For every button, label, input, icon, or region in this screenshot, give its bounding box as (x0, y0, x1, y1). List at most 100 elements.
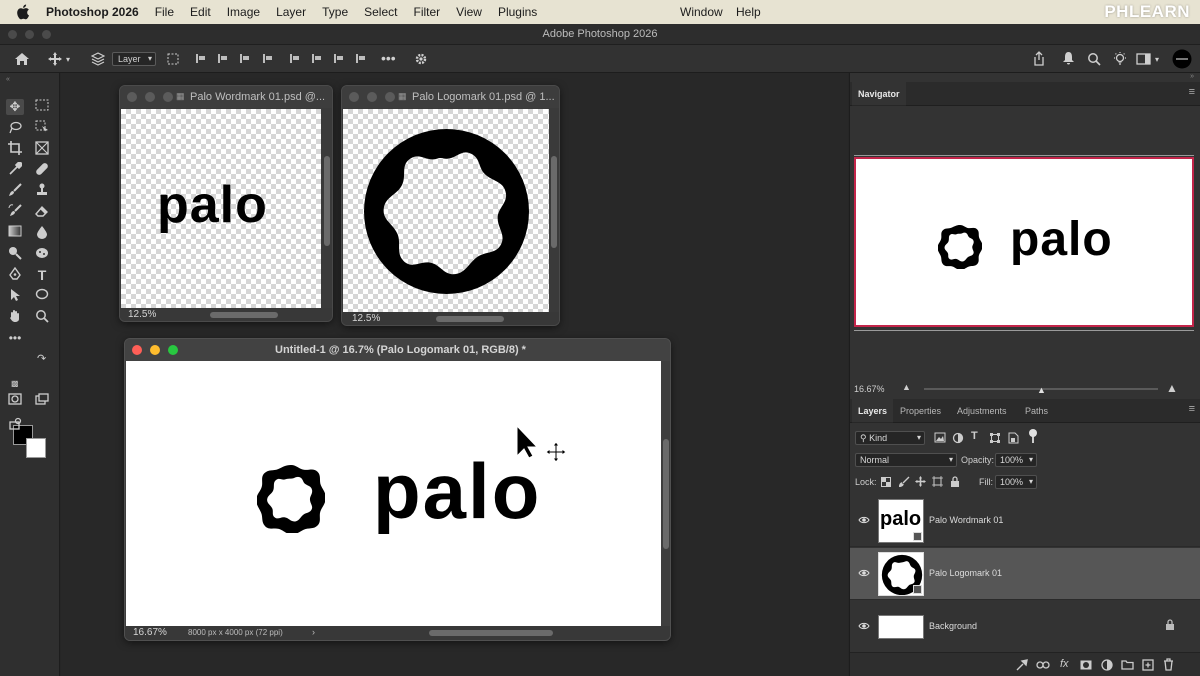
menu-window[interactable]: Window (680, 5, 723, 19)
history-brush-tool-icon[interactable] (6, 204, 24, 220)
vertical-scrollbar[interactable] (324, 156, 330, 246)
zoom-slider-thumb[interactable]: ▲ (1037, 385, 1046, 395)
sponge-tool-icon[interactable] (33, 246, 51, 262)
document-canvas[interactable]: palo (121, 109, 321, 311)
adjustment-layer-icon[interactable] (1101, 659, 1113, 671)
document-tab[interactable]: ▦ Palo Wordmark 01.psd @... (120, 86, 332, 108)
share-icon[interactable] (1032, 51, 1046, 66)
zoom-tool-icon[interactable] (33, 309, 51, 325)
document-tab[interactable]: ▦ Palo Logomark 01.psd @ 1... (342, 86, 559, 108)
artboard-icon[interactable] (6, 417, 24, 433)
zoom-in-icon[interactable]: ▲ (1166, 381, 1178, 395)
layer-style-icon[interactable]: fx (1060, 658, 1069, 670)
dodge-tool-icon[interactable] (6, 246, 24, 262)
eye-icon[interactable] (858, 514, 870, 526)
object-selection-tool-icon[interactable] (33, 120, 51, 136)
horizontal-scrollbar[interactable] (210, 312, 278, 318)
document-tab[interactable]: Untitled-1 @ 16.7% (Palo Logomark 01, RG… (125, 339, 670, 361)
ellipse-tool-icon[interactable] (33, 288, 51, 304)
gradient-tool-icon[interactable] (6, 225, 24, 241)
layer-filter-dropdown[interactable]: ⚲ Kind ▾ (855, 431, 925, 445)
edit-toolbar-icon[interactable]: ••• (6, 330, 24, 346)
lock-icon[interactable] (1165, 619, 1175, 630)
minimize-button[interactable] (145, 92, 155, 102)
quick-mask-icon[interactable] (6, 393, 24, 409)
align-right-icon[interactable] (240, 54, 250, 63)
folder-icon[interactable] (1121, 659, 1134, 670)
document-canvas[interactable] (343, 109, 549, 314)
filter-pixel-icon[interactable] (934, 432, 946, 443)
align-horizontal-center-icon[interactable] (218, 54, 228, 63)
minimize-button[interactable] (367, 92, 377, 102)
marquee-tool-icon[interactable] (33, 99, 51, 115)
hand-tool-icon[interactable] (6, 309, 24, 325)
healing-brush-tool-icon[interactable] (33, 162, 51, 178)
lock-artboard-icon[interactable] (932, 476, 943, 487)
add-mask-icon[interactable] (1080, 659, 1092, 671)
filter-adjustment-icon[interactable] (952, 432, 964, 444)
lightbulb-icon[interactable] (1112, 51, 1128, 67)
tab-layers[interactable]: Layers (851, 399, 894, 423)
layer-name[interactable]: Background (929, 621, 977, 631)
zoom-button[interactable] (163, 92, 173, 102)
filter-type-icon[interactable]: T (971, 430, 978, 442)
tab-paths[interactable]: Paths (1025, 406, 1048, 416)
menu-image[interactable]: Image (227, 5, 260, 19)
apple-icon[interactable] (16, 4, 30, 20)
opacity-input[interactable]: 100% ▾ (995, 453, 1037, 467)
distribute-vertical-icon[interactable] (356, 54, 366, 63)
layer-row-background[interactable]: Background (850, 601, 1200, 653)
type-tool-icon[interactable]: T (33, 267, 51, 283)
screen-mode-icon[interactable] (33, 393, 51, 409)
crop-tool-icon[interactable] (6, 141, 24, 157)
chevron-down-icon[interactable]: ▾ (66, 53, 70, 67)
avatar[interactable] (1172, 49, 1192, 69)
menu-edit[interactable]: Edit (190, 5, 211, 19)
document-canvas[interactable]: palo (126, 361, 661, 628)
document-window-logomark[interactable]: ▦ Palo Logomark 01.psd @ 1... 12.5% (341, 85, 560, 326)
new-layer-icon[interactable] (1142, 659, 1154, 671)
filter-smart-object-icon[interactable] (1007, 432, 1019, 444)
document-window-active[interactable]: Untitled-1 @ 16.7% (Palo Logomark 01, RG… (124, 338, 671, 641)
navigator-preview[interactable]: palo (854, 157, 1194, 327)
align-bottom-icon[interactable] (334, 54, 344, 63)
transform-controls-icon[interactable] (166, 52, 180, 66)
lock-position-icon[interactable] (915, 476, 926, 487)
path-selection-tool-icon[interactable] (6, 288, 24, 304)
zoom-level[interactable]: 16.67% (133, 627, 167, 638)
panel-menu-icon[interactable]: ≡ (1189, 403, 1195, 415)
layer-thumbnail[interactable]: palo (878, 499, 924, 543)
home-icon[interactable] (14, 52, 30, 66)
menu-help[interactable]: Help (736, 5, 761, 19)
align-left-icon[interactable] (196, 54, 206, 63)
eyedropper-tool-icon[interactable] (6, 161, 24, 178)
share-layers-icon[interactable] (1016, 659, 1028, 671)
collapse-toolbar-icon[interactable]: « (6, 73, 10, 87)
auto-select-target-dropdown[interactable]: Layer ▾ (112, 52, 156, 66)
blur-tool-icon[interactable] (33, 225, 51, 241)
layer-thumbnail[interactable] (878, 552, 924, 596)
bell-icon[interactable] (1062, 51, 1075, 66)
swap-colors-icon[interactable]: ↷ (37, 352, 46, 366)
menu-app-name[interactable]: Photoshop 2026 (46, 5, 139, 19)
filter-toggle-icon[interactable] (1028, 429, 1038, 443)
move-tool-icon[interactable]: ✥ (6, 99, 24, 115)
document-window-wordmark[interactable]: ▦ Palo Wordmark 01.psd @... palo 12.5% (119, 85, 333, 322)
distribute-horizontal-icon[interactable] (263, 54, 273, 63)
layer-thumbnail[interactable] (878, 615, 924, 639)
more-options-icon[interactable]: ••• (381, 51, 396, 65)
vertical-scrollbar[interactable] (663, 439, 669, 549)
clone-stamp-tool-icon[interactable] (33, 183, 51, 199)
frame-tool-icon[interactable] (33, 141, 51, 157)
close-button[interactable] (349, 92, 359, 102)
document-info[interactable]: 8000 px x 4000 px (72 ppi) (188, 628, 283, 637)
menu-layer[interactable]: Layer (276, 5, 306, 19)
menu-file[interactable]: File (155, 5, 174, 19)
fill-input[interactable]: 100% ▾ (995, 475, 1037, 489)
zoom-button[interactable] (168, 345, 178, 355)
auto-select-layers-icon[interactable] (91, 52, 105, 66)
tab-adjustments[interactable]: Adjustments (957, 406, 1007, 416)
horizontal-scrollbar[interactable] (436, 316, 504, 322)
close-button[interactable] (132, 345, 142, 355)
close-button[interactable] (127, 92, 137, 102)
